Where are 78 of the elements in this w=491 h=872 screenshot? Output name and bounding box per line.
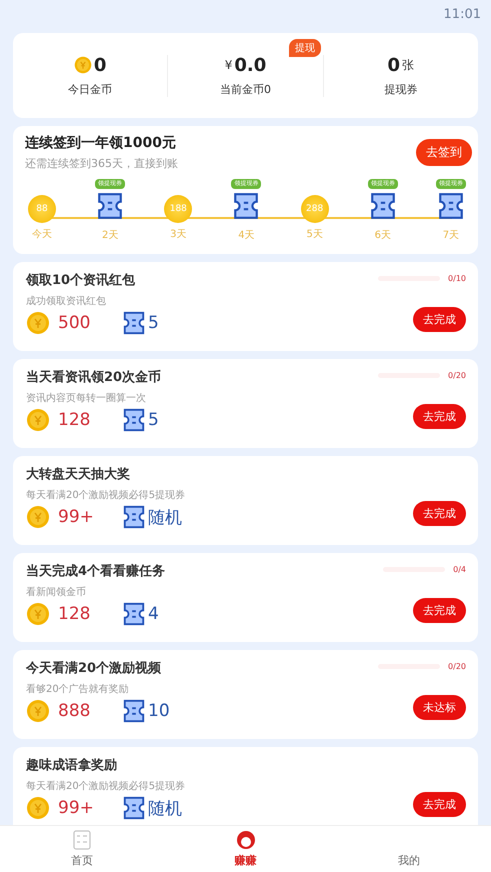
coin-reward: 128 bbox=[58, 410, 92, 430]
day-label: 5天 bbox=[306, 228, 323, 241]
coin-icon bbox=[26, 505, 50, 529]
task-description: 看新闻领金币 bbox=[26, 586, 87, 599]
list-icon bbox=[72, 830, 91, 850]
unit-label: 张 bbox=[402, 56, 414, 74]
day-coin: 188 bbox=[164, 195, 192, 223]
day-label: 6天 bbox=[374, 229, 391, 242]
voucher-reward: 5 bbox=[148, 313, 159, 333]
ticket-icon bbox=[96, 192, 124, 220]
day-label: 4天 bbox=[238, 229, 255, 242]
stat-value: 0 bbox=[388, 54, 400, 76]
voucher-reward: 随机 bbox=[148, 798, 182, 820]
currency-symbol: ¥ bbox=[224, 58, 232, 72]
voucher-reward: 4 bbox=[148, 604, 159, 624]
task-description: 每天看满20个激励视频必得5提现券 bbox=[26, 780, 186, 793]
coin-icon bbox=[26, 699, 50, 723]
task-title: 当天看资讯领20次金币 bbox=[26, 368, 162, 386]
task-title: 当天完成4个看看赚任务 bbox=[26, 562, 166, 580]
day-label: 7天 bbox=[442, 229, 460, 242]
day-label: 2天 bbox=[102, 229, 118, 242]
coin-reward: 99+ bbox=[58, 798, 95, 818]
progress-count: 0/10 bbox=[448, 274, 466, 282]
ticket-icon bbox=[436, 192, 465, 220]
stat-value: 0 bbox=[94, 54, 106, 76]
ticket-icon bbox=[122, 699, 146, 723]
nav-tab[interactable]: 我的 bbox=[327, 826, 491, 872]
task-description: 看够20个广告就有奖励 bbox=[26, 682, 130, 696]
ticket-icon bbox=[122, 505, 146, 529]
signin-subtitle: 还需连续签到365天，直接到账 bbox=[25, 156, 178, 171]
voucher-reward: 随机 bbox=[148, 506, 182, 528]
progress-count: 0/4 bbox=[453, 564, 466, 574]
ticket-icon bbox=[122, 311, 146, 335]
coin-icon bbox=[26, 311, 50, 335]
voucher-reward: 10 bbox=[148, 701, 170, 721]
status-time: 11:01 bbox=[444, 6, 481, 22]
day-label: 今天 bbox=[32, 228, 52, 241]
task-button[interactable]: 去完成 bbox=[413, 404, 466, 429]
coin-reward: 99+ bbox=[58, 507, 95, 527]
coin-reward: 888 bbox=[58, 701, 92, 721]
ticket-icon bbox=[232, 192, 260, 220]
task-title: 领取10个资讯红包 bbox=[26, 272, 136, 289]
coin-icon bbox=[26, 796, 50, 820]
task-button[interactable]: 未达标 bbox=[413, 695, 466, 720]
progress-count: 0/20 bbox=[448, 370, 466, 380]
progress-count: 0/20 bbox=[448, 662, 466, 670]
signin-button[interactable]: 去签到 bbox=[416, 139, 472, 166]
ticket-icon bbox=[122, 796, 146, 820]
coin-reward: 500 bbox=[58, 313, 92, 333]
voucher-reward: 5 bbox=[148, 410, 159, 430]
task-title: 趣味成语拿奖励 bbox=[26, 757, 118, 774]
withdraw-badge[interactable]: 提现 bbox=[289, 39, 321, 57]
nav-tab[interactable]: 首页 bbox=[0, 826, 164, 872]
day-coin: 88 bbox=[28, 195, 56, 223]
ticket-icon bbox=[122, 602, 146, 626]
stat-value: 0.0 bbox=[234, 54, 266, 76]
signin-title: 连续签到一年领1000元 bbox=[25, 134, 177, 152]
stat-label: 当前金币0 bbox=[220, 82, 271, 96]
day-label: 3天 bbox=[170, 228, 186, 241]
nav-tab[interactable]: 赚赚 bbox=[164, 826, 328, 872]
ticket-icon bbox=[368, 192, 397, 220]
task-description: 每天看满20个激励视频必得5提现券 bbox=[26, 488, 186, 502]
task-description: 成功领取资讯红包 bbox=[26, 294, 107, 308]
stat-label: 提现券 bbox=[384, 82, 418, 96]
coin-icon bbox=[26, 408, 50, 432]
coin-icon bbox=[74, 56, 92, 74]
task-button[interactable]: 去完成 bbox=[413, 792, 466, 817]
task-button[interactable]: 去完成 bbox=[413, 307, 466, 332]
task-title: 大转盘天天抽大奖 bbox=[26, 466, 131, 483]
stat-label: 今日金币 bbox=[68, 82, 112, 96]
coin-reward: 128 bbox=[58, 604, 92, 624]
ticket-icon bbox=[122, 408, 146, 432]
task-button[interactable]: 去完成 bbox=[413, 501, 466, 526]
coin-icon bbox=[26, 602, 50, 626]
day-coin: 288 bbox=[300, 195, 329, 223]
task-description: 资讯内容页每转一圈算一次 bbox=[26, 392, 147, 405]
task-title: 今天看满20个激励视频 bbox=[26, 660, 162, 677]
task-button[interactable]: 去完成 bbox=[413, 598, 466, 623]
